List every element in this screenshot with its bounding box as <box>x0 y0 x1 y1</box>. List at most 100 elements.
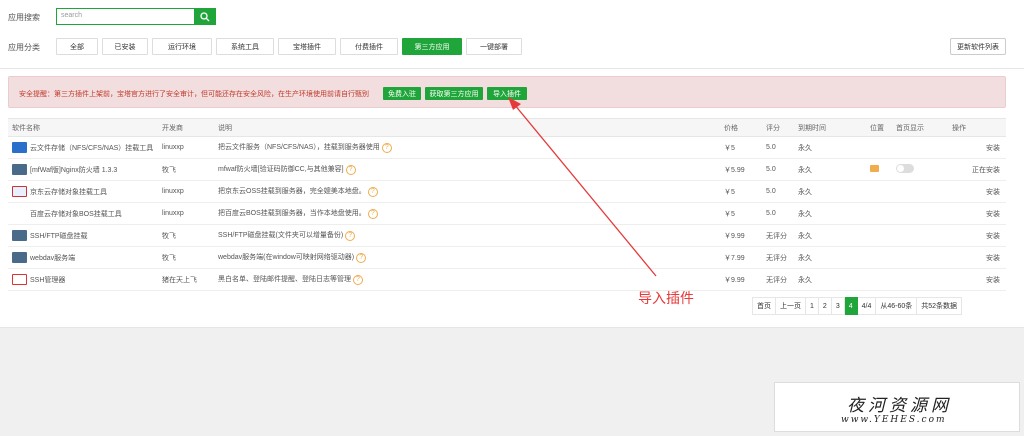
plugin-price: ￥9.99 <box>720 224 762 247</box>
plugin-price: ￥7.99 <box>720 246 762 269</box>
table-row: webdav服务端 牧飞 webdav服务端(在window可映射网络驱动器)?… <box>8 246 1006 269</box>
tab-paid-plugins[interactable]: 付费插件 <box>340 38 398 55</box>
table-row: 京东云存储对象挂载工具 linuxxp 把京东云OSS挂载到服务器，完全媲美本地… <box>8 180 1006 203</box>
plugin-expire: 永久 <box>794 158 866 181</box>
page-1[interactable]: 1 <box>806 297 819 315</box>
plugin-dev: linuxxp <box>158 202 214 225</box>
install-link[interactable]: 安装 <box>948 136 1006 159</box>
header-expire: 到期时间 <box>794 118 866 137</box>
jd-cloud-icon <box>12 186 27 197</box>
tab-bt-plugins[interactable]: 宝塔插件 <box>278 38 336 55</box>
install-link[interactable]: 安装 <box>948 268 1006 291</box>
plugin-name: SSH/FTP磁盘挂载 <box>30 232 88 240</box>
search-input[interactable]: search <box>56 8 194 25</box>
install-link[interactable]: 安装 <box>948 246 1006 269</box>
watermark-title: 夜河资源网 <box>847 396 952 416</box>
ssh-ftp-icon <box>12 230 27 241</box>
plugin-dev: linuxxp <box>158 180 214 203</box>
header-dev: 开发商 <box>158 118 214 137</box>
help-icon[interactable]: ? <box>367 209 378 219</box>
header-price: 价格 <box>720 118 762 137</box>
folder-icon[interactable] <box>870 165 879 172</box>
plugin-score: 无评分 <box>762 224 794 247</box>
page-4-current: 4 <box>844 297 858 315</box>
plugin-dev: 猪在天上飞 <box>158 268 214 291</box>
plugin-name: webdav服务端 <box>30 254 76 262</box>
install-link[interactable]: 安装 <box>948 180 1006 203</box>
installing-status: 正在安装 <box>948 158 1006 181</box>
page-first[interactable]: 首页 <box>752 297 776 315</box>
plugin-score: 5.0 <box>762 136 794 159</box>
tab-one-click-deploy[interactable]: 一键部署 <box>466 38 522 55</box>
webdav-icon <box>12 252 27 263</box>
help-icon[interactable]: ? <box>367 187 378 197</box>
free-join-button[interactable]: 免费入驻 <box>383 87 421 100</box>
table-row: 云文件存储（NFS/CFS/NAS）挂载工具 linuxxp 把云文件服务（NF… <box>8 136 1006 159</box>
plugin-score: 5.0 <box>762 158 794 181</box>
watermark-logo: 夜河资源网 www.YEHES.com <box>774 382 1020 432</box>
nfs-icon <box>12 142 27 153</box>
help-icon[interactable]: ? <box>345 165 356 175</box>
page-3[interactable]: 3 <box>831 297 845 315</box>
plugin-name: 百度云存储对象BOS挂载工具 <box>30 210 122 218</box>
plugin-expire: 永久 <box>794 180 866 203</box>
plugin-desc: mfwaf防火墙[验证码防御CC,与其他兼容] <box>218 166 344 173</box>
tab-runtime[interactable]: 运行环境 <box>152 38 212 55</box>
header-location: 位置 <box>866 118 892 137</box>
plugin-dev: 牧飞 <box>158 246 214 269</box>
plugin-expire: 永久 <box>794 136 866 159</box>
help-icon[interactable]: ? <box>356 253 367 263</box>
tab-third-party[interactable]: 第三方应用 <box>402 38 462 55</box>
baidu-bos-icon <box>12 208 27 219</box>
plugin-score: 无评分 <box>762 246 794 269</box>
help-icon[interactable]: ? <box>353 275 363 285</box>
plugin-name: [mfWaf版]Nginx防火墙 1.3.3 <box>30 166 118 174</box>
security-alert: 安全提醒：第三方插件上架前，宝塔官方进行了安全审计，但可能还存在安全风险，在生产… <box>8 76 1006 108</box>
home-display-toggle[interactable] <box>896 164 914 173</box>
table-row: SSH管理器 猪在天上飞 黑白名单、登陆邮件提醒、登陆日志等管理? ￥9.99 … <box>8 268 1006 291</box>
plugin-name: 京东云存储对象挂载工具 <box>30 188 107 196</box>
header-name: 软件名称 <box>8 118 158 137</box>
import-plugin-button[interactable]: 导入插件 <box>487 87 527 100</box>
page-prev[interactable]: 上一页 <box>776 297 806 315</box>
page-2[interactable]: 2 <box>818 297 832 315</box>
app-store-panel: 应用搜索 search 应用分类 全部 已安装 运行环境 系统工具 宝塔插件 付… <box>0 0 1024 328</box>
plugin-desc: 把京东云OSS挂载到服务器，完全媲美本地盘。 <box>218 188 366 195</box>
divider <box>0 68 1024 69</box>
pagination: 首页 上一页 1 2 3 4 4/4 从46-60条 共52条数据 <box>752 297 963 315</box>
plugin-expire: 永久 <box>794 246 866 269</box>
table-row: 百度云存储对象BOS挂载工具 linuxxp 把百度云BOS挂载到服务器，当作本… <box>8 202 1006 225</box>
category-label: 应用分类 <box>8 43 40 52</box>
get-third-party-button[interactable]: 获取第三方应用 <box>425 87 483 100</box>
annotation-text: 导入插件 <box>638 291 694 307</box>
plugin-desc: 把云文件服务（NFS/CFS/NAS），挂载到服务器使用 <box>218 144 380 151</box>
install-link[interactable]: 安装 <box>948 224 1006 247</box>
tab-all[interactable]: 全部 <box>56 38 98 55</box>
install-link[interactable]: 安装 <box>948 202 1006 225</box>
plugin-dev: 牧飞 <box>158 158 214 181</box>
table-header: 软件名称 开发商 说明 价格 评分 到期时间 位置 首页显示 操作 <box>8 118 1006 137</box>
total-count: 共52条数据 <box>917 297 963 315</box>
plugin-price: ￥5 <box>720 180 762 203</box>
plugin-desc: 黑白名单、登陆邮件提醒、登陆日志等管理 <box>218 276 351 283</box>
plugin-score: 5.0 <box>762 180 794 203</box>
help-icon[interactable]: ? <box>381 143 392 153</box>
plugin-table: 软件名称 开发商 说明 价格 评分 到期时间 位置 首页显示 操作 云文件存储（… <box>8 118 1006 291</box>
tab-installed[interactable]: 已安装 <box>102 38 148 55</box>
plugin-expire: 永久 <box>794 268 866 291</box>
plugin-dev: 牧飞 <box>158 224 214 247</box>
plugin-score: 无评分 <box>762 268 794 291</box>
plugin-price: ￥5.99 <box>720 158 762 181</box>
help-icon[interactable]: ? <box>345 231 356 241</box>
page-range: 从46-60条 <box>876 297 918 315</box>
plugin-price: ￥5 <box>720 202 762 225</box>
search-label: 应用搜索 <box>8 13 40 22</box>
plugin-expire: 永久 <box>794 202 866 225</box>
search-button[interactable] <box>194 8 216 25</box>
page-count: 4/4 <box>857 297 877 315</box>
refresh-list-button[interactable]: 更新软件列表 <box>950 38 1006 55</box>
header-action: 操作 <box>948 118 1006 137</box>
ssh-manager-icon <box>12 274 27 285</box>
tab-system-tools[interactable]: 系统工具 <box>216 38 274 55</box>
plugin-desc: 把百度云BOS挂载到服务器，当作本地盘使用。 <box>218 210 366 217</box>
